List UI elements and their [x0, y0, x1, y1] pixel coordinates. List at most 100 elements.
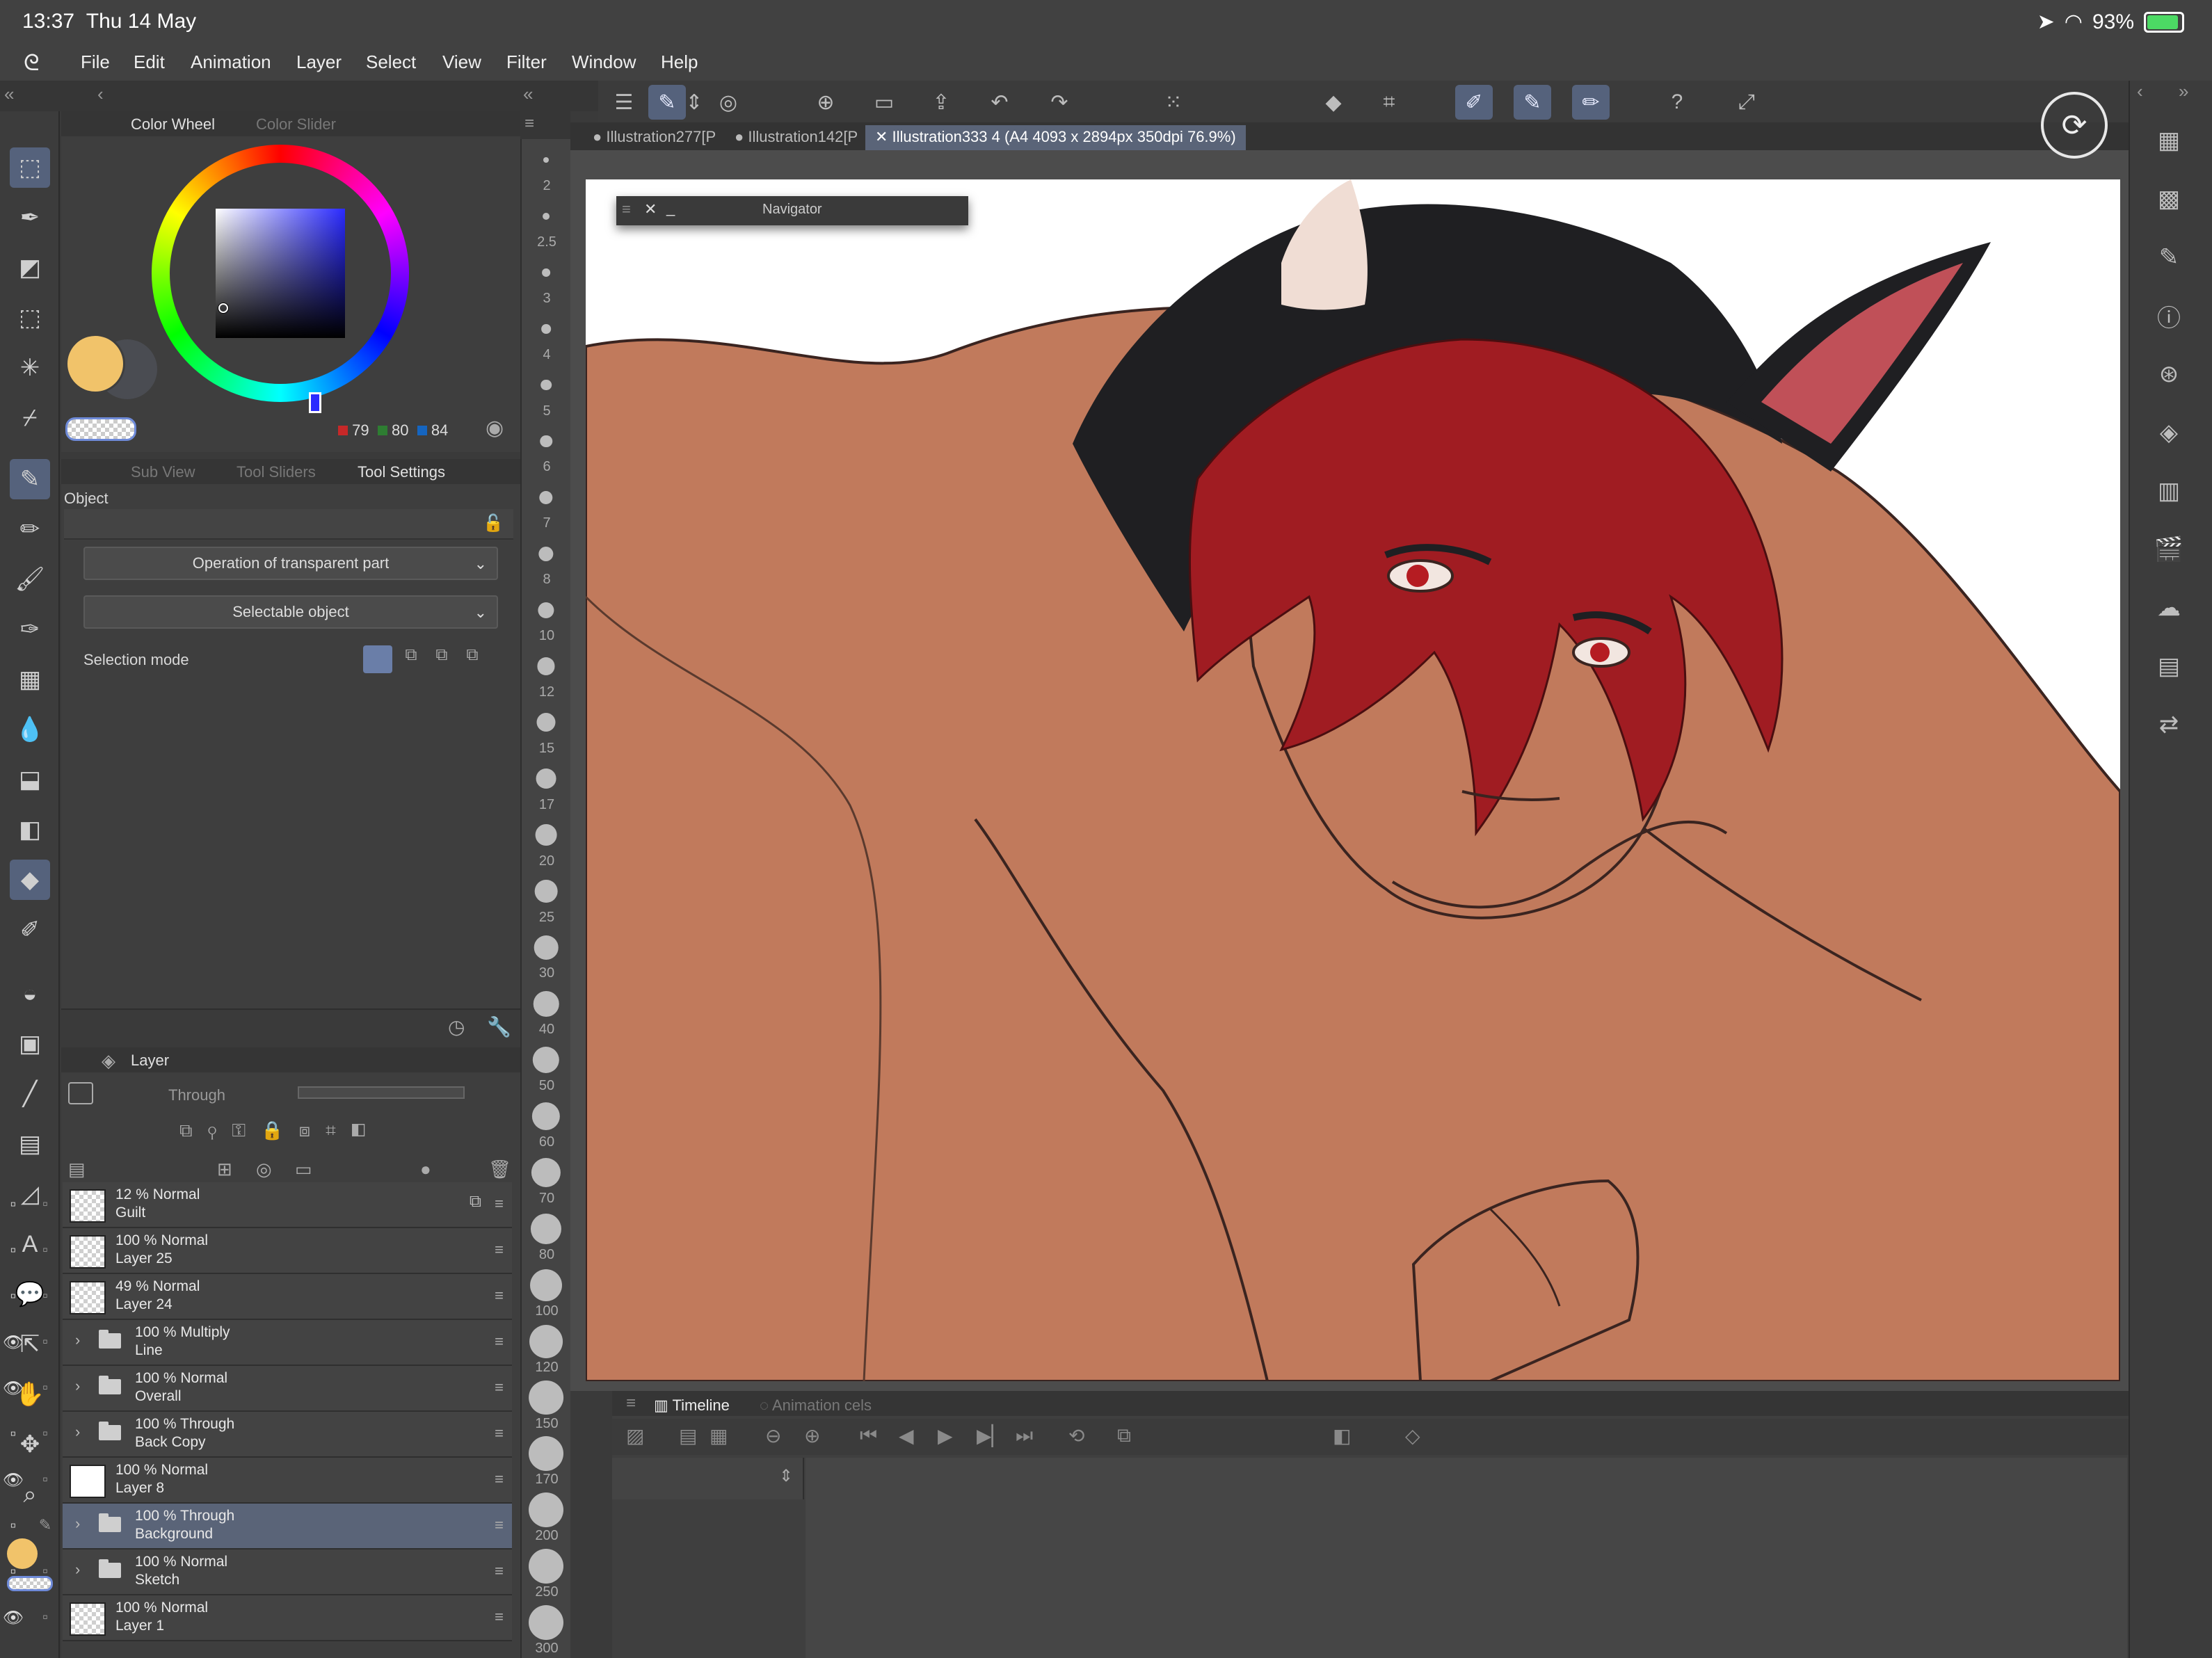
new-canvas-icon[interactable]: ⊕ [807, 85, 844, 120]
cloud-icon[interactable]: ☁ [2147, 586, 2191, 630]
swap-icon[interactable]: ⇄ [2147, 702, 2191, 747]
zoom-in-icon[interactable]: ⊕ [804, 1424, 820, 1447]
layer-property-panel-icon[interactable]: ▦ [2147, 118, 2191, 163]
updown-icon[interactable]: ⇕ [779, 1466, 793, 1486]
drag-handle-icon[interactable]: ≡ [622, 200, 631, 218]
selectable-object-dropdown[interactable]: Selectable object ⌄ [83, 595, 498, 629]
brush-size-label[interactable]: 30 [522, 965, 572, 981]
brush-size-dot[interactable] [529, 1605, 563, 1641]
opacity-slider[interactable] [298, 1086, 465, 1099]
brush-size-label[interactable]: 7 [522, 515, 572, 531]
brush-size-dot[interactable] [540, 379, 552, 391]
new-folder-icon[interactable]: ▭ [295, 1159, 312, 1180]
close-icon[interactable]: ✕ [644, 200, 657, 218]
brush-size-dot[interactable] [536, 768, 556, 789]
clapper-icon[interactable]: 🎬 [2147, 527, 2191, 572]
menu-help[interactable]: Help [661, 51, 698, 73]
saturation-value-square[interactable] [216, 209, 345, 338]
brush-panel-icon[interactable]: ✎ [2147, 235, 2191, 280]
tab-timeline[interactable]: ▥ Timeline [654, 1397, 730, 1415]
illustration-canvas[interactable] [586, 179, 2120, 1381]
layer-drag-handle-icon[interactable]: ≡ [495, 1562, 504, 1580]
brush-size-label[interactable]: 170 [522, 1472, 572, 1488]
keyframe-icon[interactable]: ◇ [1405, 1424, 1420, 1447]
airbrush-tool-icon[interactable]: ✑ [10, 609, 50, 650]
undo-icon[interactable]: ↶ [981, 85, 1018, 120]
layer-row[interactable]: ▫ ▫ 100 % Normal Layer 25 ≡ [10, 1228, 512, 1274]
loop-icon[interactable]: ⟲ [1068, 1424, 1084, 1447]
brush-size-dot[interactable] [537, 657, 555, 675]
brush-size-dot[interactable] [534, 880, 558, 903]
pen-shape-icon[interactable]: ✏ [1572, 85, 1610, 120]
fullscreen-icon[interactable]: ⤢ [1728, 85, 1765, 120]
brush-size-dot[interactable] [534, 935, 559, 960]
brush-size-label[interactable]: 40 [522, 1022, 572, 1038]
selection-mode-add-button[interactable]: ⧉ [396, 645, 426, 673]
decoration-tool-icon[interactable]: ▦ [10, 659, 50, 700]
brush-size-label[interactable]: 300 [522, 1641, 572, 1657]
lock-checkbox[interactable]: ▫ [35, 1470, 56, 1488]
brush-size-dot[interactable] [543, 157, 549, 163]
sv-picker-handle[interactable] [218, 303, 228, 313]
brush-size-label[interactable]: 8 [522, 572, 572, 588]
delete-layer-icon[interactable]: 🗑 [488, 1159, 511, 1180]
brush-size-dot[interactable] [529, 1324, 563, 1358]
brush-tool-icon[interactable]: 🖌 [10, 559, 50, 599]
visibility-checkbox[interactable]: ▫ [1, 1424, 25, 1444]
timeline-add-icon[interactable]: ▦ [710, 1424, 728, 1447]
layer-row[interactable]: ▫ ▫ 49 % Normal Layer 24 ≡ [10, 1274, 512, 1320]
line-tool-icon[interactable]: ╱ [10, 1074, 50, 1114]
eye-icon[interactable]: 👁 [1, 1470, 25, 1490]
play-icon[interactable]: ▶ [938, 1424, 953, 1447]
brush-size-dot[interactable] [540, 435, 552, 448]
collapse-left-icon[interactable]: « [4, 83, 14, 105]
brush-size-label[interactable]: 6 [522, 459, 572, 475]
crop-icon[interactable]: ⌗ [1370, 85, 1408, 120]
brush-size-label[interactable]: 25 [522, 910, 572, 926]
reset-icon[interactable]: ◷ [448, 1015, 465, 1038]
fill-icon[interactable]: ◆ [1315, 85, 1352, 120]
updown-icon[interactable]: ⇕ [684, 85, 704, 120]
color-mode-icon[interactable]: ◉ [486, 416, 504, 440]
eye-icon[interactable]: 👁 [1, 1608, 25, 1628]
brush-size-label[interactable]: 3 [522, 291, 572, 307]
brush-size-label[interactable]: 4 [522, 347, 572, 363]
menu-view[interactable]: View [442, 51, 481, 73]
brush-size-label[interactable]: 60 [522, 1134, 572, 1150]
ruler-pen-icon[interactable]: ✐ [1455, 85, 1493, 120]
brush-size-label[interactable]: 10 [522, 628, 572, 644]
layer-row[interactable]: 👁 ▫ › 100 % Multiply Line ≡ [3, 1320, 512, 1366]
transparent-swatch[interactable] [65, 417, 136, 441]
mask-icon[interactable]: ● [420, 1159, 431, 1180]
eye-icon[interactable]: 👁 [1, 1378, 25, 1399]
brush-size-dot[interactable] [538, 546, 554, 561]
panel-menu-icon[interactable]: ≡ [626, 1394, 636, 1413]
lock-checkbox[interactable]: ▫ [35, 1241, 56, 1259]
smart-icon[interactable]: ◎ [710, 85, 747, 120]
tab-tool-sliders[interactable]: Tool Sliders [237, 463, 316, 481]
lock-icon[interactable]: 🔓 [483, 513, 504, 533]
lock-checkbox[interactable]: ▫ [35, 1608, 56, 1626]
timeline-list-icon[interactable]: ▤ [679, 1424, 697, 1447]
menu-edit[interactable]: Edit [134, 51, 165, 73]
expand-chevron-icon[interactable]: › [75, 1423, 80, 1441]
selection-mode-subtract-button[interactable]: ⧉ [427, 645, 456, 673]
layer-row[interactable]: 👁 ▫ 100 % Normal Layer 1 ≡ [3, 1595, 512, 1641]
new-raster-layer-icon[interactable]: ⊞ [217, 1159, 232, 1180]
layer-drag-handle-icon[interactable]: ≡ [495, 1287, 504, 1305]
brush-shape-icon[interactable]: ✎ [1514, 85, 1551, 120]
new-vector-layer-icon[interactable]: ◎ [256, 1159, 272, 1180]
brush-size-label[interactable]: 12 [522, 684, 572, 700]
visibility-checkbox[interactable]: ▫ [1, 1195, 25, 1214]
layer-row[interactable]: ▫ ▫ 12 % Normal Guilt ≡ ⧉ [10, 1182, 512, 1228]
brush-size-label[interactable]: 250 [522, 1584, 572, 1600]
layer-type-button[interactable] [68, 1082, 93, 1104]
redo-icon[interactable]: ↷ [1041, 85, 1078, 120]
stamp-tool-icon[interactable]: ⬓ [10, 759, 50, 800]
layer-row[interactable]: 👁 ▫ › 100 % Normal Overall ≡ [3, 1366, 512, 1412]
brush-size-dot[interactable] [529, 1492, 563, 1528]
expand-chevron-icon[interactable]: › [75, 1331, 80, 1349]
edit-pencil-icon[interactable]: ✎ [35, 1516, 56, 1534]
menu-layer[interactable]: Layer [296, 51, 342, 73]
lock-checkbox[interactable]: ▫ [35, 1333, 56, 1351]
